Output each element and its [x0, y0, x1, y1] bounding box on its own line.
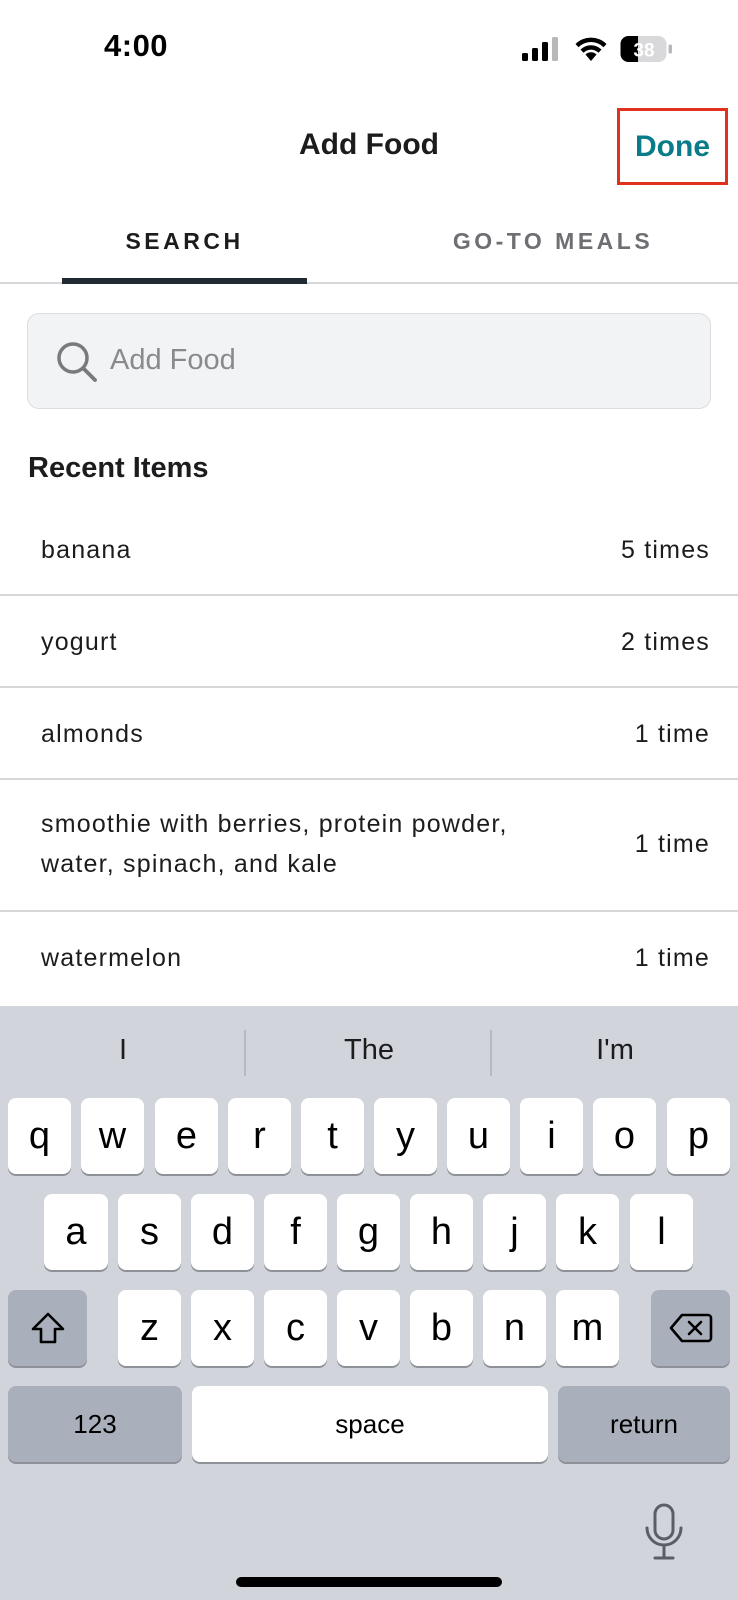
item-count: 1 time	[634, 944, 710, 972]
list-item[interactable]: watermelon 1 time	[0, 912, 738, 1004]
shift-icon	[31, 1312, 64, 1344]
tab-go-to-meals[interactable]: GO-TO MEALS	[430, 228, 676, 255]
key-s[interactable]: s	[118, 1194, 181, 1270]
key-p[interactable]: p	[667, 1098, 730, 1174]
key-v[interactable]: v	[337, 1290, 400, 1366]
list-item[interactable]: almonds 1 time	[0, 688, 738, 780]
list-item[interactable]: smoothie with berries, protein powder, w…	[0, 780, 738, 912]
wifi-icon	[575, 37, 607, 61]
item-count: 5 times	[621, 536, 710, 564]
return-key[interactable]: return	[558, 1386, 730, 1462]
delete-key[interactable]	[651, 1290, 730, 1366]
key-o[interactable]: o	[593, 1098, 656, 1174]
list-item[interactable]: yogurt 2 times	[0, 596, 738, 688]
key-d[interactable]: d	[191, 1194, 254, 1270]
item-count: 1 time	[634, 720, 710, 748]
home-indicator	[236, 1577, 502, 1587]
battery-level: 38	[633, 41, 654, 62]
key-k[interactable]: k	[556, 1194, 619, 1270]
item-name: almonds	[41, 720, 144, 748]
item-name: smoothie with berries, protein powder, w…	[41, 810, 508, 878]
key-i[interactable]: i	[520, 1098, 583, 1174]
key-q[interactable]: q	[8, 1098, 71, 1174]
suggestion-2[interactable]: The	[246, 1006, 492, 1094]
item-name: watermelon	[41, 944, 183, 972]
signal-icon	[522, 37, 558, 61]
key-z[interactable]: z	[118, 1290, 181, 1366]
done-button[interactable]: Done	[617, 108, 728, 185]
key-w[interactable]: w	[81, 1098, 144, 1174]
item-count: 2 times	[621, 628, 710, 656]
space-key[interactable]: space	[192, 1386, 548, 1462]
delete-icon	[669, 1313, 712, 1343]
status-bar: 4:00 38	[0, 0, 738, 100]
key-x[interactable]: x	[191, 1290, 254, 1366]
dictation-button[interactable]	[640, 1502, 688, 1562]
search-input[interactable]	[110, 314, 690, 407]
suggestion-1[interactable]: I	[0, 1006, 246, 1094]
key-n[interactable]: n	[483, 1290, 546, 1366]
key-b[interactable]: b	[410, 1290, 473, 1366]
key-f[interactable]: f	[264, 1194, 327, 1270]
key-g[interactable]: g	[337, 1194, 400, 1270]
key-h[interactable]: h	[410, 1194, 473, 1270]
key-u[interactable]: u	[447, 1098, 510, 1174]
key-r[interactable]: r	[228, 1098, 291, 1174]
recent-items-list: banana 5 times yogurt 2 times almonds 1 …	[0, 504, 738, 1004]
key-t[interactable]: t	[301, 1098, 364, 1174]
keyboard: I The I'm q w e r t y u i o p a s d f g …	[0, 1006, 738, 1600]
search-field[interactable]	[27, 313, 711, 409]
key-l[interactable]: l	[630, 1194, 693, 1270]
key-j[interactable]: j	[483, 1194, 546, 1270]
microphone-icon	[645, 1503, 683, 1560]
search-icon	[57, 342, 97, 382]
battery-icon: 38	[620, 35, 674, 63]
suggestion-bar: I The I'm	[0, 1006, 738, 1094]
status-time: 4:00	[104, 28, 169, 63]
key-y[interactable]: y	[374, 1098, 437, 1174]
key-e[interactable]: e	[155, 1098, 218, 1174]
key-a[interactable]: a	[44, 1194, 108, 1270]
shift-key[interactable]	[8, 1290, 87, 1366]
active-tab-indicator	[62, 278, 307, 284]
item-name: banana	[41, 536, 132, 564]
key-m[interactable]: m	[556, 1290, 619, 1366]
numbers-key[interactable]: 123	[8, 1386, 182, 1462]
recent-items-heading: Recent Items	[28, 452, 209, 484]
key-c[interactable]: c	[264, 1290, 327, 1366]
tab-search[interactable]: SEARCH	[62, 228, 307, 255]
item-name: yogurt	[41, 628, 118, 656]
tab-bar: SEARCH GO-TO MEALS	[0, 210, 738, 284]
list-item[interactable]: banana 5 times	[0, 504, 738, 596]
item-count: 1 time	[634, 830, 710, 858]
suggestion-3[interactable]: I'm	[492, 1006, 738, 1094]
